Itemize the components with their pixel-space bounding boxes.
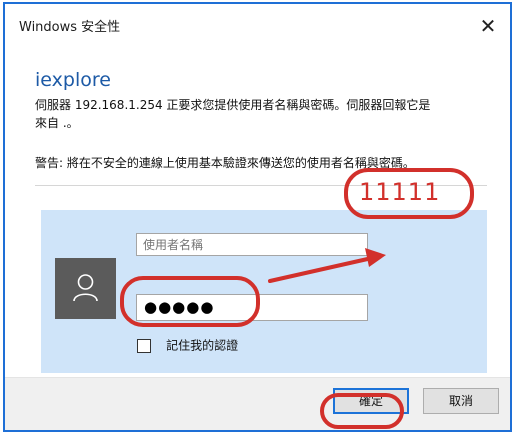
dialog-footer: 確定 取消 bbox=[5, 377, 510, 430]
remember-credentials-row[interactable]: 記住我的認證 bbox=[137, 336, 238, 354]
credential-panel: ●●●●● 記住我的認證 bbox=[41, 210, 487, 373]
app-name: iexplore bbox=[35, 69, 111, 91]
remember-label: 記住我的認證 bbox=[166, 338, 239, 353]
username-input[interactable] bbox=[136, 233, 368, 256]
screenshot-page: Windows 安全性 ✕ iexplore 伺服器 192.168.1.254… bbox=[0, 0, 515, 434]
user-avatar-tile bbox=[55, 258, 116, 319]
title-bar: Windows 安全性 ✕ bbox=[5, 4, 510, 48]
password-input[interactable]: ●●●●● bbox=[136, 294, 368, 321]
password-mask: ●●●●● bbox=[144, 298, 215, 316]
close-icon: ✕ bbox=[479, 14, 497, 38]
security-warning: 警告: 將在不安全的連線上使用基本驗證來傳送您的使用者名稱與密碼。 bbox=[35, 156, 415, 170]
cancel-button[interactable]: 取消 bbox=[423, 388, 499, 414]
server-message-line-2: 來自 .。 bbox=[35, 116, 79, 130]
window-title: Windows 安全性 bbox=[19, 20, 121, 35]
server-message: 伺服器 192.168.1.254 正要求您提供使用者名稱與密碼。伺服器回報它是… bbox=[35, 96, 490, 132]
user-icon bbox=[73, 274, 98, 302]
ok-button[interactable]: 確定 bbox=[333, 388, 409, 414]
close-button[interactable]: ✕ bbox=[474, 12, 502, 40]
divider bbox=[35, 185, 487, 186]
windows-security-dialog: Windows 安全性 ✕ iexplore 伺服器 192.168.1.254… bbox=[3, 2, 512, 432]
server-message-line-1: 伺服器 192.168.1.254 正要求您提供使用者名稱與密碼。伺服器回報它是 bbox=[35, 98, 431, 112]
remember-checkbox[interactable] bbox=[137, 338, 151, 353]
